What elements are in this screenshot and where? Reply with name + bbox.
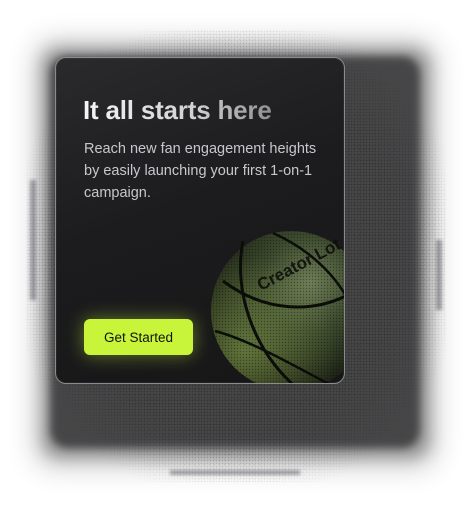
backdrop-edge <box>170 470 300 475</box>
card-title: It all starts here <box>83 95 272 125</box>
backdrop-edge <box>30 180 36 300</box>
card-description: Reach new fan engagement heights by easi… <box>84 141 317 201</box>
onboarding-card: It all starts here Reach new fan engagem… <box>55 57 345 384</box>
backdrop-edge <box>436 240 442 310</box>
basketball-icon: Creator Lot <box>211 231 344 383</box>
get-started-button[interactable]: Get Started <box>84 319 193 355</box>
